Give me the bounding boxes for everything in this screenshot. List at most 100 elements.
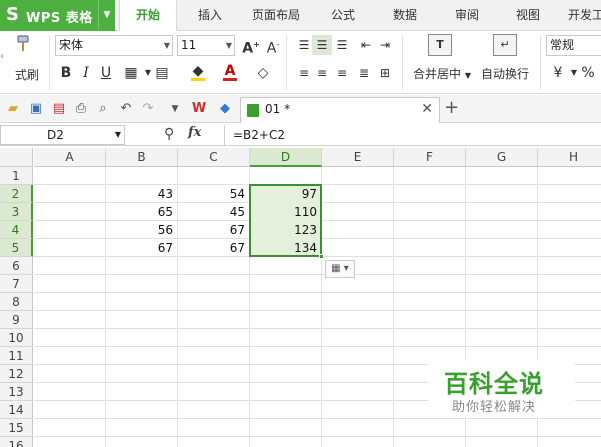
- column-header-h[interactable]: H: [538, 148, 601, 167]
- paste-options-icon[interactable]: ▦ ▾: [325, 260, 355, 278]
- undo-icon[interactable]: ↶: [117, 100, 135, 118]
- zoom-icon[interactable]: ⚲: [164, 126, 174, 142]
- distributed-icon[interactable]: ⊞: [375, 63, 395, 83]
- new-tab-icon[interactable]: +: [444, 97, 459, 118]
- tab-page-layout[interactable]: 页面布局: [245, 0, 307, 31]
- cell-b4[interactable]: 56: [106, 221, 177, 239]
- name-box[interactable]: D2 ▼: [0, 125, 125, 145]
- save-icon[interactable]: ▣: [27, 100, 45, 118]
- cell-d5[interactable]: 134: [250, 239, 321, 257]
- row-header-13[interactable]: 13: [0, 383, 33, 401]
- cell-d4[interactable]: 123: [250, 221, 321, 239]
- row-header-12[interactable]: 12: [0, 365, 33, 383]
- cell-c3[interactable]: 45: [178, 203, 249, 221]
- row-header-9[interactable]: 9: [0, 311, 33, 329]
- font-name-select[interactable]: 宋体 ▼: [55, 35, 173, 56]
- row-header-14[interactable]: 14: [0, 401, 33, 419]
- row-header-8[interactable]: 8: [0, 293, 33, 311]
- fill-handle[interactable]: [319, 254, 324, 259]
- row-header-2[interactable]: 2: [0, 185, 33, 203]
- tab-formulas[interactable]: 公式: [318, 0, 368, 31]
- select-all-corner[interactable]: [0, 148, 33, 167]
- tab-data[interactable]: 数据: [380, 0, 430, 31]
- bold-icon[interactable]: B: [56, 63, 76, 83]
- column-header-a[interactable]: A: [34, 148, 106, 167]
- cell-c5[interactable]: 67: [178, 239, 249, 257]
- font-color-icon[interactable]: A: [220, 61, 240, 81]
- cell-c4[interactable]: 67: [178, 221, 249, 239]
- row-header-16[interactable]: 16: [0, 437, 33, 447]
- font-size-select[interactable]: 11 ▼: [177, 35, 235, 56]
- column-header-d[interactable]: D: [250, 148, 322, 167]
- watermark-sub: 助你轻松解决: [452, 400, 537, 415]
- cell-b3[interactable]: 65: [106, 203, 177, 221]
- align-left-icon[interactable]: ≡: [294, 63, 314, 83]
- tab-developer[interactable]: 开发工: [564, 0, 601, 31]
- fx-icon[interactable]: fx: [188, 125, 201, 140]
- tab-insert[interactable]: 插入: [185, 0, 235, 31]
- indent-increase-icon[interactable]: ⇥: [375, 35, 395, 55]
- row-header-6[interactable]: 6: [0, 257, 33, 275]
- document-tab[interactable]: 01 * ✕: [240, 97, 440, 123]
- align-bottom-icon[interactable]: ☰: [332, 35, 352, 55]
- row-header-15[interactable]: 15: [0, 419, 33, 437]
- number-format-value: 常规: [550, 38, 575, 52]
- print-preview-icon[interactable]: ⌕: [94, 100, 112, 118]
- cell-c2[interactable]: 54: [178, 185, 249, 203]
- indent-decrease-icon[interactable]: ⇤: [356, 35, 376, 55]
- quick-access-toolbar: ▰ ▣ ▤ ⎙ ⌕ ↶ ↷ ▼ W ◆ 01 * ✕ +: [0, 95, 601, 123]
- tab-home[interactable]: 开始: [119, 0, 177, 32]
- merge-center-icon[interactable]: T: [428, 34, 452, 56]
- align-right-icon[interactable]: ≡: [332, 63, 352, 83]
- clear-format-icon[interactable]: ◇: [253, 63, 273, 83]
- formula-input[interactable]: =B2+C2: [224, 125, 601, 145]
- app-title: WPS 表格: [26, 11, 93, 26]
- wrap-text-label[interactable]: 自动换行: [481, 65, 529, 82]
- italic-icon[interactable]: I: [76, 63, 96, 83]
- shrink-font-icon[interactable]: A-: [263, 35, 283, 57]
- wrap-text-icon[interactable]: ↵: [493, 34, 517, 56]
- row-header-10[interactable]: 10: [0, 329, 33, 347]
- justify-icon[interactable]: ≣: [354, 63, 374, 83]
- column-header-c[interactable]: C: [178, 148, 250, 167]
- print-icon[interactable]: ⎙: [72, 100, 90, 118]
- column-header-g[interactable]: G: [466, 148, 538, 167]
- column-header-e[interactable]: E: [322, 148, 394, 167]
- tab-review[interactable]: 审阅: [442, 0, 492, 31]
- cell-b5[interactable]: 67: [106, 239, 177, 257]
- row-header-11[interactable]: 11: [0, 347, 33, 365]
- row-header-5[interactable]: 5: [0, 239, 33, 257]
- row-header-4[interactable]: 4: [0, 221, 33, 239]
- fill-color-icon[interactable]: ◆: [188, 61, 208, 81]
- column-header-f[interactable]: F: [394, 148, 466, 167]
- cell-d2[interactable]: 97: [250, 185, 321, 203]
- row-header-3[interactable]: 3: [0, 203, 33, 221]
- align-top-icon[interactable]: ☰: [294, 35, 314, 55]
- column-header-b[interactable]: B: [106, 148, 178, 167]
- percent-icon[interactable]: %: [578, 63, 598, 83]
- chevron-down-icon[interactable]: ▼: [166, 100, 184, 118]
- wps-app-menu-button[interactable]: S WPS 表格 ▼: [0, 0, 115, 31]
- row-header-1[interactable]: 1: [0, 167, 33, 185]
- ribbon-scroll-left-icon[interactable]: ‹: [0, 51, 4, 62]
- export-pdf-icon[interactable]: ▤: [50, 100, 68, 118]
- redo-icon[interactable]: ↷: [139, 100, 157, 118]
- merge-center-label[interactable]: 合并居中 ▼: [413, 65, 471, 82]
- format-painter-icon[interactable]: [14, 34, 34, 54]
- tab-view[interactable]: 视图: [503, 0, 553, 31]
- align-middle-icon[interactable]: ☰: [312, 35, 332, 55]
- number-format-select[interactable]: 常规: [546, 35, 601, 56]
- wps-w-icon[interactable]: W: [190, 100, 208, 118]
- cube-icon[interactable]: ◆: [216, 100, 234, 118]
- row-header-7[interactable]: 7: [0, 275, 33, 293]
- open-folder-icon[interactable]: ▰: [4, 100, 22, 118]
- close-icon[interactable]: ✕: [421, 101, 433, 117]
- underline-icon[interactable]: U: [96, 63, 116, 83]
- align-center-icon[interactable]: ≡: [312, 63, 332, 83]
- chevron-down-icon[interactable]: ▼: [98, 0, 115, 31]
- grow-font-icon[interactable]: A+: [241, 35, 261, 57]
- cell-d3[interactable]: 110: [250, 203, 321, 221]
- cell-b2[interactable]: 43: [106, 185, 177, 203]
- format-painter-label[interactable]: 式刷: [15, 66, 39, 83]
- cell-style-icon[interactable]: ▤: [152, 63, 172, 83]
